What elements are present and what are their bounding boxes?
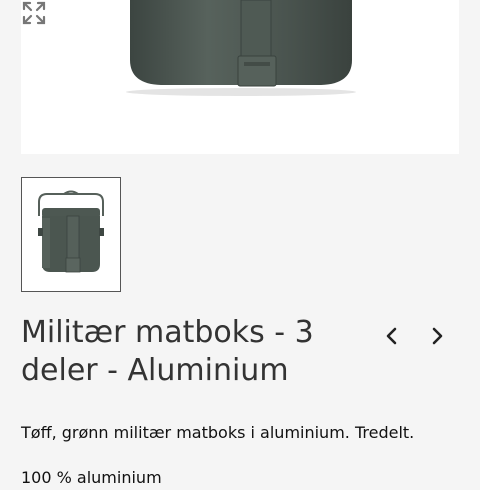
product-title: Militær matboks - 3 deler - Aluminium: [21, 315, 314, 388]
product-description: Tøff, grønn militær matboks i aluminium.…: [21, 423, 415, 442]
product-material: 100 % aluminium: [21, 468, 162, 487]
product-main-image[interactable]: [21, 0, 459, 154]
product-thumbnail[interactable]: [21, 177, 121, 292]
chevron-left-icon[interactable]: [380, 322, 404, 350]
expand-icon[interactable]: [21, 0, 47, 26]
mess-kit-thumbnail-image: [38, 190, 104, 273]
mess-kit-image: [126, 0, 356, 96]
chevron-right-icon[interactable]: [425, 322, 449, 350]
